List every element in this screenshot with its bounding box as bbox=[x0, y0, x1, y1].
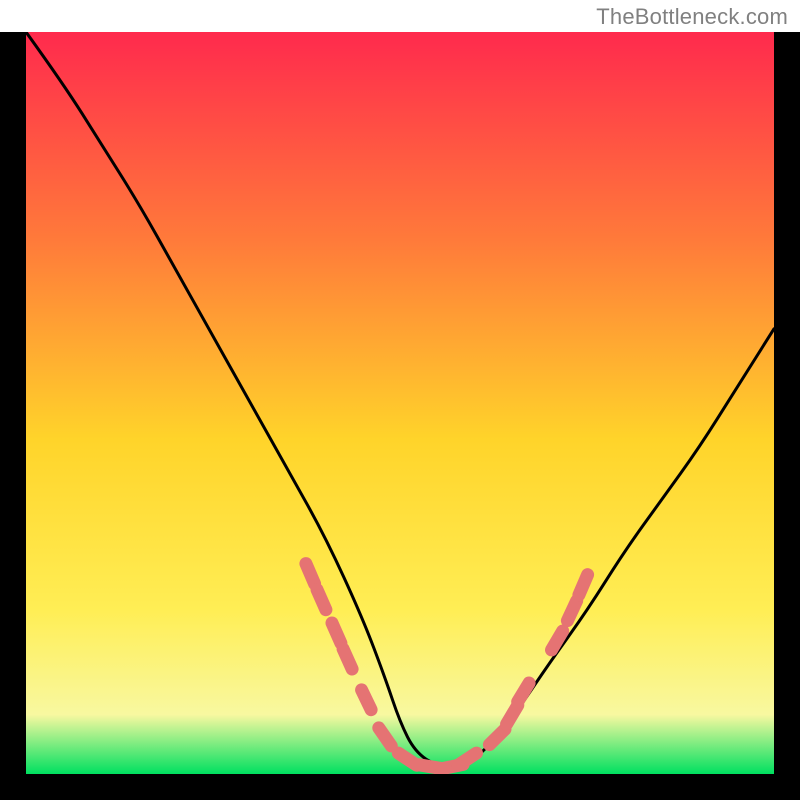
gradient-background bbox=[26, 32, 774, 774]
watermark-text: TheBottleneck.com bbox=[596, 4, 788, 29]
curve-marker bbox=[332, 623, 341, 643]
bottleneck-plot bbox=[26, 32, 774, 774]
curve-marker bbox=[343, 649, 352, 669]
curve-marker bbox=[306, 564, 315, 584]
curve-marker bbox=[362, 690, 372, 710]
chart-frame: TheBottleneck.com bbox=[0, 0, 800, 800]
curve-marker bbox=[317, 590, 326, 610]
plot-svg bbox=[26, 32, 774, 774]
curve-marker bbox=[579, 575, 588, 595]
watermark-bar: TheBottleneck.com bbox=[0, 0, 800, 32]
curve-marker bbox=[567, 601, 576, 621]
